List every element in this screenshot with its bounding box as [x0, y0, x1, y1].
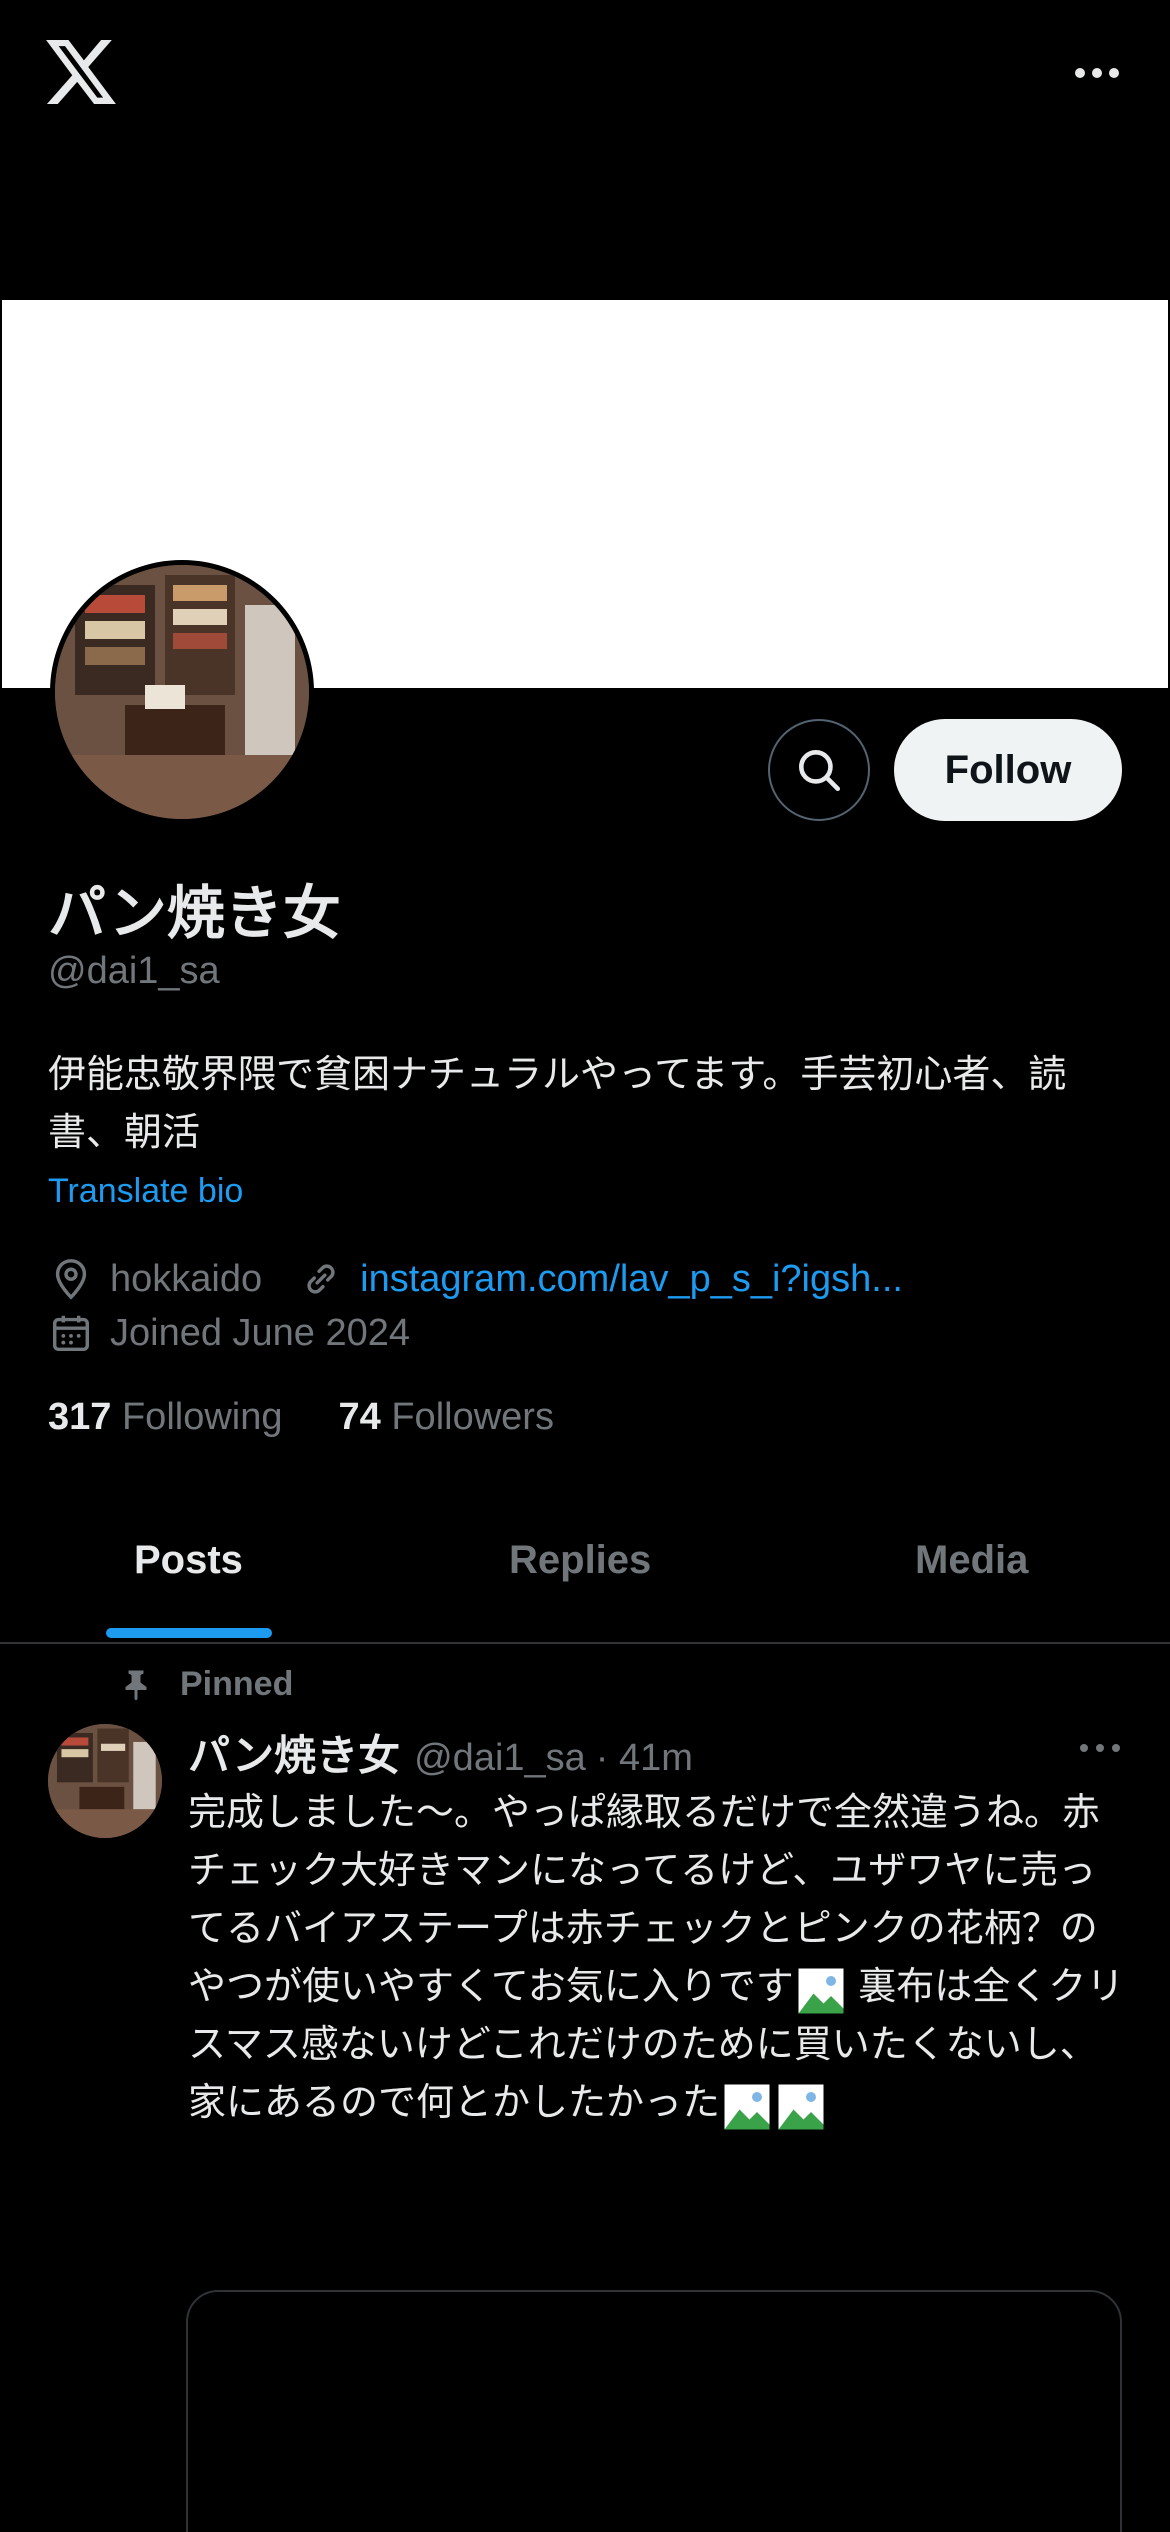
pin-icon [125, 1670, 147, 1701]
profile-display-name: パン焼き女 [48, 881, 341, 946]
post-author-name[interactable]: パン焼き女 [188, 1722, 400, 1783]
profile-location: hokkaido [110, 1257, 263, 1300]
post-header: パン焼き女 @dai1_sa · 41m [188, 1722, 693, 1783]
followers-label: Followers [391, 1396, 554, 1438]
avatar-photo [55, 565, 309, 819]
profile-joined-date: Joined June 2024 [110, 1311, 411, 1354]
profile-joined-row: Joined June 2024 [48, 1310, 410, 1356]
broken-image-icon [724, 2084, 770, 2130]
following-count: 317 [48, 1396, 112, 1438]
top-bar [0, 0, 1170, 300]
following-label: Following [121, 1396, 283, 1438]
profile-bio: 伊能忠敬界隈で貧困ナチュラルやってます。手芸初心者、読書、朝活 [48, 1054, 1067, 1154]
x-logo-icon[interactable] [46, 40, 116, 104]
followers-count: 74 [338, 1396, 381, 1438]
profile-handle: @dai1_sa [48, 950, 220, 992]
post-author-handle[interactable]: @dai1_sa [414, 1737, 586, 1780]
post-timestamp[interactable]: · 41m [596, 1737, 693, 1780]
post-text: 完成しました〜。やっぱ縁取るだけで全然違うね。赤チェック大好きマンになってるけど… [188, 1784, 1128, 2132]
active-tab-indicator [106, 1628, 272, 1638]
location-icon [55, 1259, 87, 1300]
post-author-avatar[interactable] [48, 1724, 162, 1838]
post-more-icon[interactable] [1078, 1736, 1122, 1760]
followers-count-link[interactable]: 74 Followers [339, 1396, 554, 1439]
tab-media[interactable]: Media [915, 1538, 1028, 1583]
profile-meta-row: hokkaido instagram.com/lav_p_s_i?igsh... [48, 1256, 903, 1302]
calendar-icon [52, 1315, 90, 1352]
broken-image-icon [798, 1968, 844, 2014]
tab-replies[interactable]: Replies [509, 1538, 651, 1583]
search-profile-button[interactable] [768, 719, 870, 821]
pinned-label: Pinned [180, 1664, 294, 1703]
search-icon [799, 750, 841, 792]
broken-image-icon [778, 2084, 824, 2130]
profile-website-link[interactable]: instagram.com/lav_p_s_i?igsh... [360, 1258, 903, 1301]
tabs-divider [0, 1642, 1170, 1644]
avatar-photo [48, 1724, 162, 1838]
following-count-link[interactable]: 317 Following [48, 1396, 283, 1439]
profile-avatar[interactable] [50, 560, 314, 824]
link-icon [307, 1264, 335, 1294]
more-horizontal-icon[interactable] [1072, 58, 1122, 88]
translate-bio-link[interactable]: Translate bio [48, 1172, 243, 1211]
tab-posts[interactable]: Posts [134, 1538, 243, 1583]
follow-counts: 317 Following 74 Followers [48, 1396, 554, 1439]
post-media-card[interactable] [186, 2290, 1122, 2532]
follow-button[interactable]: Follow [894, 719, 1122, 821]
pinned-label-row: Pinned [118, 1664, 293, 1704]
